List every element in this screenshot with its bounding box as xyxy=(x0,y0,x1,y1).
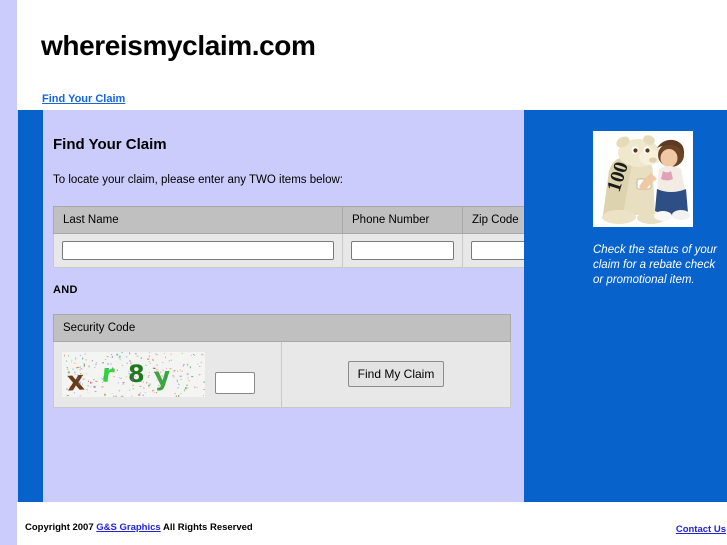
find-my-claim-button[interactable]: Find My Claim xyxy=(347,361,445,387)
column-header-phone-number: Phone Number xyxy=(342,206,462,234)
copyright-text: Copyright 2007 G&S Graphics All Rights R… xyxy=(25,522,253,533)
form-instructions: To locate your claim, please enter any T… xyxy=(53,174,343,186)
table-header-row: Last Name Phone Number Zip Code xyxy=(53,206,555,234)
page-shell: whereismyclaim.com Find Your Claim Find … xyxy=(17,0,727,545)
promo-image: 100 xyxy=(593,131,693,227)
copyright-suffix: All Rights Reserved xyxy=(160,522,253,533)
promo-block: 100 Check the status of your claim for a… xyxy=(593,131,717,288)
identity-fields-table: Last Name Phone Number Zip Code xyxy=(53,206,555,268)
phone-number-input[interactable] xyxy=(351,240,454,260)
promo-caption: Check the status of your claim for a reb… xyxy=(593,244,718,286)
promo-panel: 100 Check the status of your claim for a… xyxy=(524,110,727,502)
table-input-row xyxy=(53,234,555,268)
column-header-last-name: Last Name xyxy=(53,206,342,234)
cell-captcha: x r 8 y xyxy=(53,341,282,408)
last-name-input[interactable] xyxy=(62,240,334,260)
footer-link-gs-graphics[interactable]: G&S Graphics xyxy=(96,522,160,533)
copyright-prefix: Copyright 2007 xyxy=(25,522,97,533)
nav-item-find-your-claim[interactable]: Find Your Claim xyxy=(42,93,125,105)
cell-submit: Find My Claim xyxy=(282,341,511,408)
form-heading: Find Your Claim xyxy=(53,136,167,153)
security-code-table: Security Code x r 8 y Find My Claim xyxy=(53,313,511,408)
site-header: whereismyclaim.com Find Your Claim xyxy=(17,0,727,110)
site-footer: Copyright 2007 G&S Graphics All Rights R… xyxy=(17,502,727,545)
footer-link-contact-us[interactable]: Contact Us xyxy=(676,524,726,535)
cell-phone-number xyxy=(342,234,462,268)
captcha-noise-overlay xyxy=(64,351,205,397)
security-header-row: Security Code xyxy=(53,313,511,342)
plush-camel-photo-svg: 100 xyxy=(593,131,693,227)
main-nav: Find Your Claim xyxy=(42,89,125,107)
cell-last-name xyxy=(53,234,342,268)
left-blue-accent-strip xyxy=(18,110,43,502)
column-header-security-code: Security Code xyxy=(53,313,511,342)
page-title: whereismyclaim.com xyxy=(41,30,316,61)
claim-form: Find Your Claim To locate your claim, pl… xyxy=(53,110,555,408)
captcha-row: x r 8 y xyxy=(62,351,273,397)
security-body-row: x r 8 y Find My Claim xyxy=(53,341,511,408)
content-band: Find Your Claim To locate your claim, pl… xyxy=(17,110,727,502)
and-separator-label: AND xyxy=(53,283,78,296)
captcha-image: x r 8 y xyxy=(62,351,205,397)
security-code-input[interactable] xyxy=(215,372,255,394)
